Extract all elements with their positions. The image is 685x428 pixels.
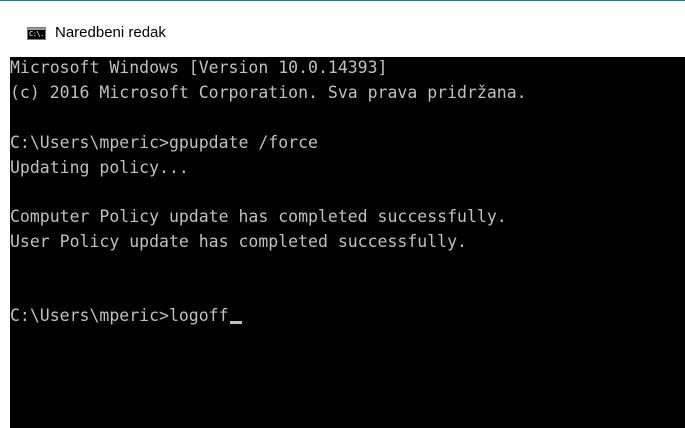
console-output[interactable]: Microsoft Windows [Version 10.0.14393] (… [10, 57, 685, 428]
console-line-computer-policy: Computer Policy update has completed suc… [10, 207, 507, 226]
window-title: Naredbeni redak [55, 24, 166, 41]
console-line-logoff-command: C:\Users\mperic>logoff [10, 306, 229, 325]
console-icon: C:\. [27, 27, 46, 40]
console-prompt-line[interactable]: C:\Users\mperic>logoff [10, 306, 242, 326]
command-prompt-window: C:\. Naredbeni redak Microsoft Windows [… [0, 0, 685, 428]
console-icon-label: C:\. [29, 30, 44, 38]
console-line-updating: Updating policy... [10, 158, 189, 177]
console-line-version: Microsoft Windows [Version 10.0.14393] [10, 58, 388, 77]
console-line-gpupdate-command: C:\Users\mperic>gpupdate /force [10, 133, 318, 152]
text-cursor [229, 321, 242, 324]
console-line-user-policy: User Policy update has completed success… [10, 232, 467, 251]
title-bar[interactable]: C:\. Naredbeni redak [0, 1, 685, 57]
console-line-copyright: (c) 2016 Microsoft Corporation. Sva prav… [10, 83, 527, 102]
